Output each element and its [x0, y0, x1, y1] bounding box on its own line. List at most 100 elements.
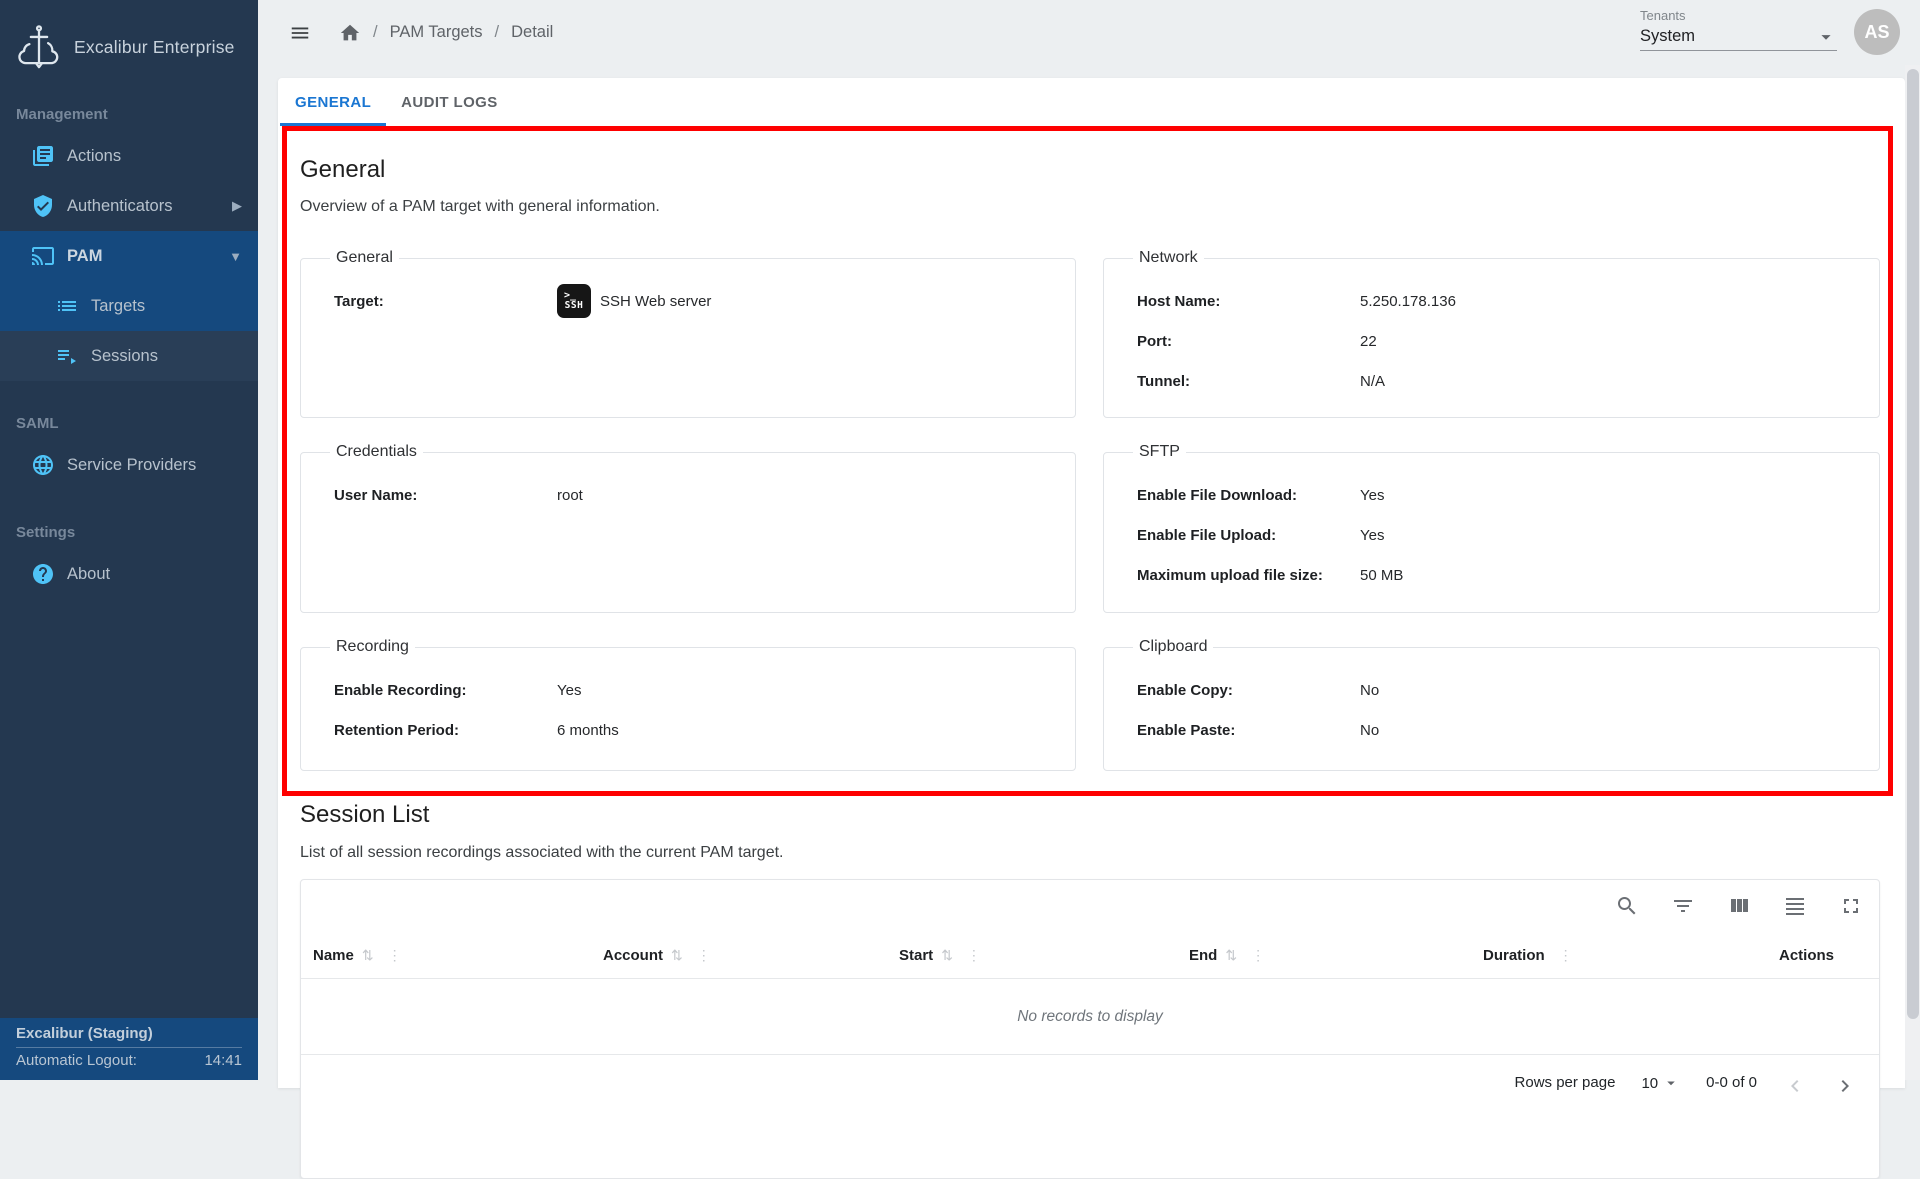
menu-icon[interactable]	[289, 22, 311, 44]
rows-per-page-select[interactable]: 10	[1641, 1074, 1680, 1092]
sidebar: Excalibur Enterprise Management Actions …	[0, 0, 258, 1080]
tab-bar: GENERAL AUDIT LOGS	[278, 78, 1905, 126]
dropdown-caret-icon	[1662, 1074, 1680, 1092]
sidebar-item-about[interactable]: About	[0, 549, 258, 599]
table-toolbar	[301, 880, 1879, 931]
field-value: No	[1360, 722, 1379, 739]
field-label: User Name:	[334, 487, 557, 504]
tab-general[interactable]: GENERAL	[280, 78, 386, 126]
field-enable-file-download: Enable File Download: Yes	[1137, 475, 1863, 515]
library-books-icon	[31, 144, 55, 168]
globe-icon	[31, 453, 55, 477]
field-enable-copy: Enable Copy: No	[1137, 670, 1863, 710]
column-header-start: Start ⇅ ⋮	[899, 931, 981, 979]
table-header-row: Name ⇅ ⋮ Account ⇅ ⋮ Start ⇅ ⋮ End ⇅ ⋮ D…	[301, 931, 1879, 979]
sidebar-item-service-providers[interactable]: Service Providers	[0, 440, 258, 490]
column-menu-icon[interactable]: ⋮	[388, 947, 402, 964]
sidebar-item-label: Sessions	[91, 347, 158, 366]
card-credentials: Credentials User Name: root	[300, 443, 1076, 613]
field-value: SSH Web server	[600, 293, 711, 310]
sidebar-item-sessions[interactable]: Sessions	[0, 331, 258, 381]
sort-icon[interactable]: ⇅	[362, 947, 374, 964]
column-menu-icon[interactable]: ⋮	[697, 947, 711, 964]
fullscreen-icon[interactable]	[1839, 894, 1863, 918]
field-label: Target:	[334, 293, 557, 310]
field-value: Yes	[1360, 487, 1384, 504]
empty-table-message: No records to display	[301, 979, 1879, 1054]
sidebar-item-label: Actions	[67, 147, 121, 166]
sort-icon[interactable]: ⇅	[1225, 947, 1237, 964]
table-pagination: Rows per page 10 0-0 of 0	[301, 1054, 1879, 1114]
field-value: N/A	[1360, 373, 1385, 390]
card-legend: SFTP	[1133, 443, 1186, 461]
density-icon[interactable]	[1783, 894, 1807, 918]
card-legend: Recording	[330, 638, 415, 656]
brand: Excalibur Enterprise	[0, 0, 258, 70]
tenant-selector: Tenants System	[1640, 8, 1837, 51]
sidebar-item-authenticators[interactable]: Authenticators ▶	[0, 181, 258, 231]
home-icon[interactable]	[339, 22, 361, 44]
sort-icon[interactable]: ⇅	[941, 947, 953, 964]
scrollbar-thumb[interactable]	[1907, 69, 1919, 1019]
search-icon[interactable]	[1615, 894, 1639, 918]
environment-name: Excalibur (Staging)	[16, 1025, 242, 1042]
field-label: Enable Paste:	[1137, 722, 1360, 739]
field-label: Port:	[1137, 333, 1360, 350]
field-label: Retention Period:	[334, 722, 557, 739]
field-retention-period: Retention Period: 6 months	[334, 710, 1059, 750]
column-menu-icon[interactable]: ⋮	[1559, 947, 1573, 964]
card-recording: Recording Enable Recording: Yes Retentio…	[300, 638, 1076, 771]
sidebar-item-actions[interactable]: Actions	[0, 131, 258, 181]
cast-screen-icon	[31, 244, 55, 268]
sidebar-item-label: Targets	[91, 297, 145, 316]
session-list-subtitle: List of all session recordings associate…	[300, 844, 783, 862]
user-avatar[interactable]: AS	[1854, 9, 1900, 55]
card-sftp: SFTP Enable File Download: Yes Enable Fi…	[1103, 443, 1880, 613]
column-header-end: End ⇅ ⋮	[1189, 931, 1265, 979]
topbar: / PAM Targets / Detail Tenants System AS	[258, 0, 1920, 65]
field-value: 5.250.178.136	[1360, 293, 1456, 310]
sidebar-group-pam: PAM ▼ Targets Sessions	[0, 231, 258, 381]
field-value: 22	[1360, 333, 1377, 350]
field-value: 50 MB	[1360, 567, 1403, 584]
sort-icon[interactable]: ⇅	[671, 947, 683, 964]
sidebar-item-label: Service Providers	[67, 456, 196, 475]
scrollbar-track	[1905, 65, 1920, 1080]
sidebar-item-label: About	[67, 565, 110, 584]
field-host-name: Host Name: 5.250.178.136	[1137, 281, 1863, 321]
field-user-name: User Name: root	[334, 475, 1059, 515]
filter-icon[interactable]	[1671, 894, 1695, 918]
next-page-icon[interactable]	[1833, 1074, 1857, 1098]
page-title: General	[300, 156, 385, 184]
field-label: Enable Recording:	[334, 682, 557, 699]
sidebar-section-saml: SAML	[16, 415, 258, 432]
field-port: Port: 22	[1137, 321, 1863, 361]
sidebar-item-pam[interactable]: PAM ▼	[0, 231, 258, 281]
field-value: Yes	[1360, 527, 1384, 544]
previous-page-icon[interactable]	[1783, 1074, 1807, 1098]
tenant-select[interactable]: System	[1640, 23, 1837, 51]
sidebar-item-label: Authenticators	[67, 197, 172, 216]
field-label: Enable Copy:	[1137, 682, 1360, 699]
column-header-actions: Actions	[1779, 931, 1834, 979]
tab-audit-logs[interactable]: AUDIT LOGS	[386, 78, 513, 126]
sidebar-item-targets[interactable]: Targets	[0, 281, 258, 331]
overview-cards: General Target: >_ SSH SSH Web server Ne…	[300, 249, 1880, 771]
content-panel: GENERAL AUDIT LOGS General Overview of a…	[278, 78, 1905, 1088]
field-enable-paste: Enable Paste: No	[1137, 710, 1863, 750]
breadcrumb-pam-targets[interactable]: PAM Targets	[390, 23, 483, 42]
sidebar-item-label: PAM	[67, 247, 102, 266]
tenants-label: Tenants	[1640, 8, 1837, 23]
card-legend: General	[330, 249, 399, 267]
column-menu-icon[interactable]: ⋮	[1251, 947, 1265, 964]
card-legend: Clipboard	[1133, 638, 1213, 656]
rows-per-page-label: Rows per page	[1515, 1074, 1616, 1091]
field-enable-recording: Enable Recording: Yes	[334, 670, 1059, 710]
column-menu-icon[interactable]: ⋮	[967, 947, 981, 964]
field-enable-file-upload: Enable File Upload: Yes	[1137, 515, 1863, 555]
session-table: Name ⇅ ⋮ Account ⇅ ⋮ Start ⇅ ⋮ End ⇅ ⋮ D…	[300, 879, 1880, 1179]
columns-icon[interactable]	[1727, 894, 1751, 918]
field-value: 6 months	[557, 722, 619, 739]
card-legend: Credentials	[330, 443, 423, 461]
breadcrumb-separator: /	[495, 23, 500, 42]
